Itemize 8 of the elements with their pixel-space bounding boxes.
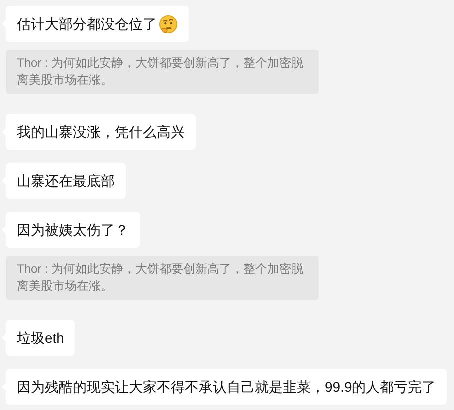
message-text: 垃圾eth [17, 328, 64, 348]
message-text: 因为被姨太伤了？ [17, 220, 129, 240]
message-text: 估计大部分都没仓位了 [17, 14, 157, 34]
message-text: 山寨还在最底部 [17, 172, 115, 190]
quoted-message: Thor : 为何如此安静，大饼都要创新高了，整个加密脱离美股市场在涨。 [6, 256, 319, 300]
message-text: 因为残酷的现实让大家不得不承认自己就是韭菜，99.9的人都亏完了 [17, 378, 436, 396]
quoted-message: Thor : 为何如此安静，大饼都要创新高了，整个加密脱离美股市场在涨。 [6, 50, 319, 94]
message-text: 我的山寨没涨，凭什么高兴 [17, 122, 185, 142]
